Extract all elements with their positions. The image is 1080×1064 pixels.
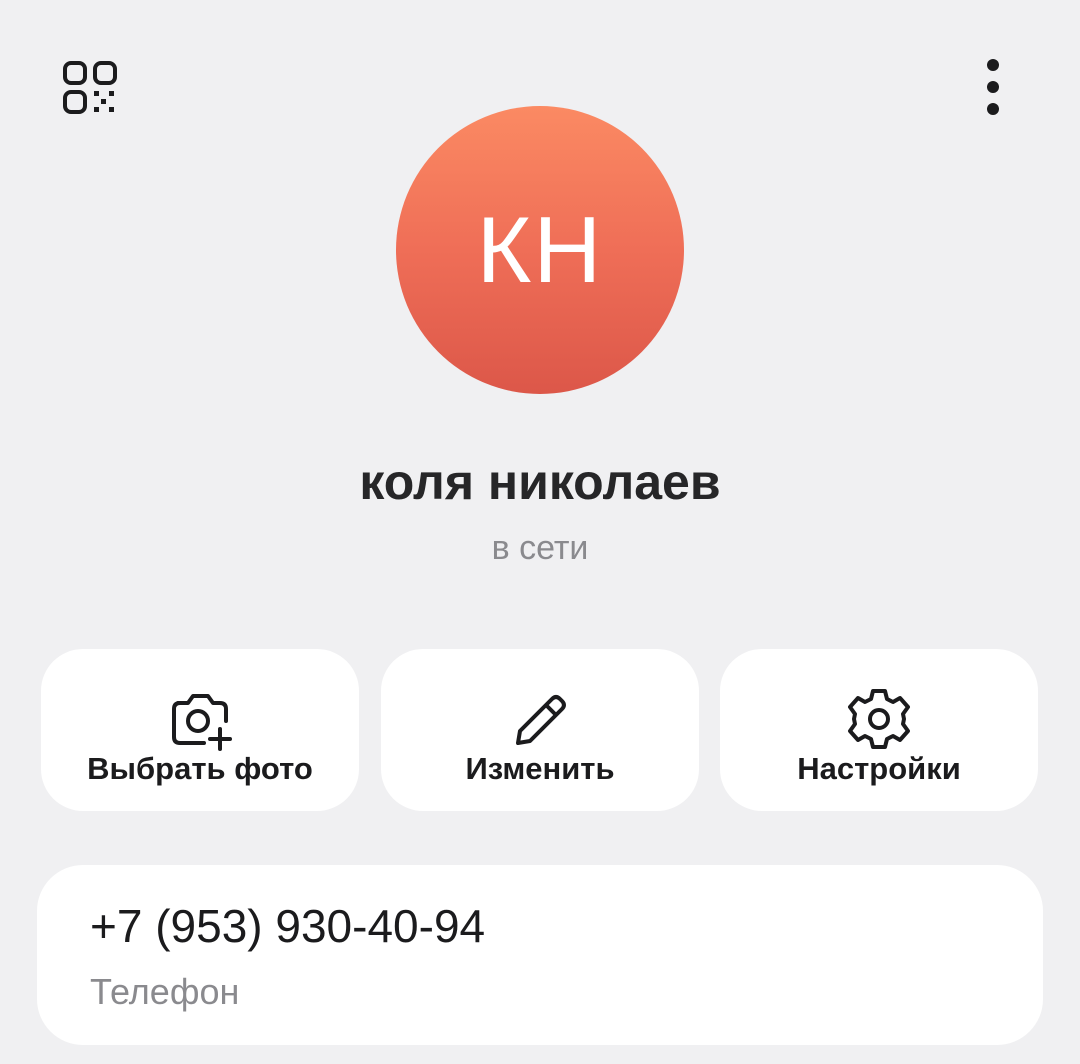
profile-name: коля николаев bbox=[359, 454, 721, 510]
online-status: в сети bbox=[491, 529, 589, 567]
edit-label: Изменить bbox=[465, 751, 615, 786]
choose-photo-label: Выбрать фото bbox=[87, 751, 313, 786]
choose-photo-button[interactable]: Выбрать фото bbox=[41, 649, 359, 811]
gear-icon bbox=[848, 689, 910, 749]
pencil-icon bbox=[516, 695, 566, 745]
qr-code-button[interactable] bbox=[46, 44, 132, 130]
settings-button[interactable]: Настройки bbox=[720, 649, 1038, 811]
settings-label: Настройки bbox=[797, 751, 961, 786]
phone-label: Телефон bbox=[90, 971, 240, 1012]
more-options-button[interactable] bbox=[956, 44, 1030, 130]
avatar-initials: КН bbox=[476, 197, 604, 302]
more-vertical-icon bbox=[987, 59, 999, 115]
phone-info-card: +7 (953) 930-40-94 Телефон bbox=[37, 865, 1043, 1045]
phone-number[interactable]: +7 (953) 930-40-94 bbox=[90, 899, 485, 953]
qr-code-icon bbox=[63, 61, 117, 114]
add-photo-camera-icon bbox=[172, 694, 232, 751]
avatar[interactable]: КН bbox=[396, 106, 684, 394]
edit-profile-button[interactable]: Изменить bbox=[381, 649, 699, 811]
